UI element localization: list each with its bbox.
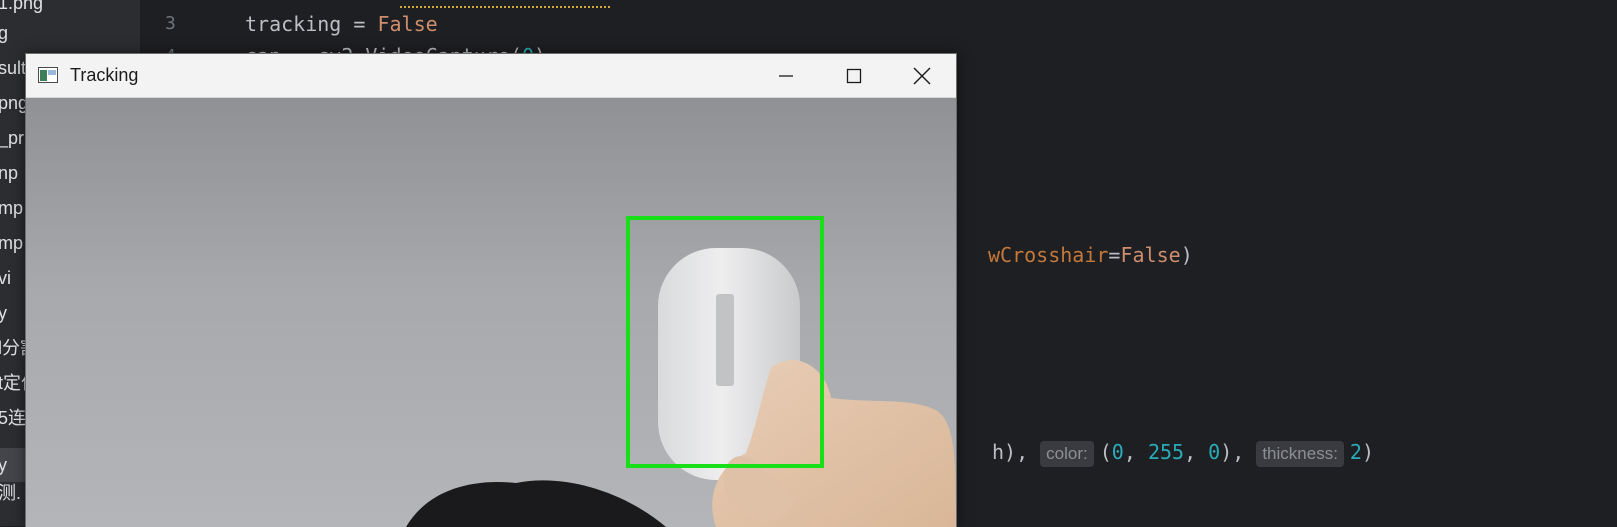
code-token: 0 [1111,440,1124,464]
code-token: tracking = [245,12,378,36]
code-token: wCrosshair [988,243,1109,267]
code-token: 0 [1208,440,1221,464]
inlay-hint-thickness: thickness: [1256,441,1344,467]
tracking-window[interactable]: Tracking [25,53,957,527]
sidebar-item[interactable]: 1.png [0,0,43,18]
camera-scene [406,216,956,527]
sidebar-item[interactable]: mp [0,228,23,258]
code-token: False [377,12,438,36]
window-title: Tracking [70,65,139,85]
code-token: , [1123,440,1148,464]
sidebar-item-label: 测. [0,483,22,503]
sidebar-item-label: y [0,455,7,475]
app-icon [38,67,58,83]
code-token: ), [1220,440,1257,464]
sidebar-item[interactable]: _pr [0,123,24,153]
code-token: 255 [1147,440,1185,464]
inlay-hint-color: color: [1040,441,1094,467]
sidebar-item[interactable]: png [0,88,28,118]
sidebar-item-label: sult [0,58,27,78]
code-token: = [1108,243,1121,267]
sidebar-item-label: 1.png [0,0,44,13]
sidebar-item[interactable]: sult [0,53,26,83]
case-slot [716,294,734,386]
maximize-icon [846,68,862,83]
close-button[interactable] [888,54,956,97]
code-token: ) [1180,243,1193,267]
sidebar-item-label: png [0,93,29,113]
code-token: , [1184,440,1209,464]
sidebar-item-label: g [0,23,9,43]
sidebar-item-label: mp [0,198,24,218]
line-number: 3 [165,13,176,34]
head-hair [406,480,666,527]
sidebar-item[interactable]: y [0,298,7,328]
minimize-icon [779,74,793,77]
code-line-3[interactable]: tracking = False [245,12,438,36]
sidebar-item-label: mp [0,233,24,253]
close-icon [913,67,931,84]
warning-squiggle [400,0,610,8]
code-line-rectangle[interactable]: h), color: (0, 255, 0), thickness: 2) [992,440,1374,467]
sidebar-item[interactable]: g [0,18,8,48]
sidebar-item-label: vi [0,268,11,288]
sidebar-item[interactable]: 测. [0,478,21,508]
code-token: ( [1099,440,1112,464]
code-token: False [1120,243,1181,267]
code-token: h), [992,440,1041,464]
camera-frame [26,98,956,527]
code-token: ) [1361,440,1375,464]
maximize-button[interactable] [820,54,888,97]
sidebar-item-label: _pr [0,128,25,148]
sidebar-item-label: np [0,163,19,183]
sidebar-item-label: y [0,303,7,323]
sidebar-item[interactable]: mp [0,193,23,223]
window-titlebar[interactable]: Tracking [26,54,956,98]
sidebar-item[interactable]: np [0,158,18,188]
code-line-selectroi[interactable]: wCrosshair=False) [988,243,1193,267]
code-token: 2 [1349,440,1362,464]
minimize-button[interactable] [752,54,820,97]
sidebar-item[interactable]: vi [0,263,11,293]
